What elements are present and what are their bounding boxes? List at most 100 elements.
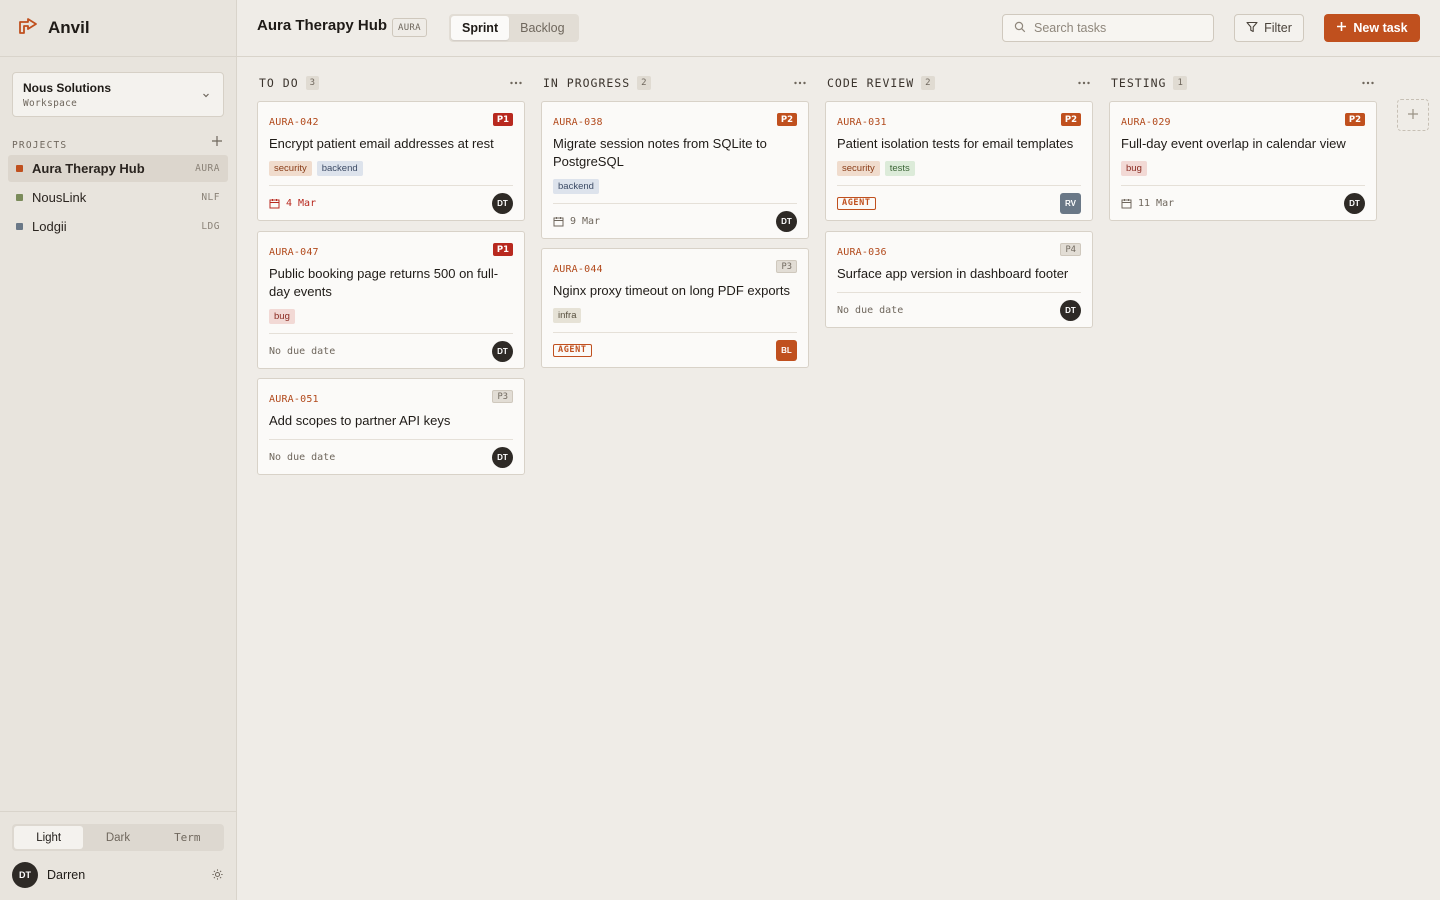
agent-badge: AGENT xyxy=(553,343,592,357)
column-title: TESTING xyxy=(1111,76,1167,90)
column-header: TESTING 1 xyxy=(1109,72,1377,94)
task-id: AURA-036 xyxy=(837,247,887,258)
assignee-avatar: DT xyxy=(492,446,513,468)
plus-icon xyxy=(1407,108,1419,123)
new-task-label: New task xyxy=(1353,21,1408,35)
priority-badge: P3 xyxy=(776,260,797,273)
add-column-button[interactable] xyxy=(1397,99,1429,131)
new-task-button[interactable]: New task xyxy=(1324,14,1420,42)
theme-term-option[interactable]: Term xyxy=(153,826,222,849)
settings-icon[interactable] xyxy=(211,868,224,884)
task-id: AURA-042 xyxy=(269,117,319,128)
sidebar: Anvil Nous Solutions Workspace PROJECTS … xyxy=(0,0,237,900)
workspace-switcher[interactable]: Nous Solutions Workspace xyxy=(12,72,224,117)
project-key-badge: AURA xyxy=(392,18,427,37)
workspace-subtitle: Workspace xyxy=(23,98,78,109)
task-title: Full-day event overlap in calendar view xyxy=(1121,136,1346,151)
project-color-dot xyxy=(16,165,23,172)
filter-label: Filter xyxy=(1264,21,1292,35)
task-card[interactable]: AURA-029 P2 Full-day event overlap in cal… xyxy=(1109,101,1377,221)
agent-badge: AGENT xyxy=(837,196,876,210)
column-count: 3 xyxy=(305,76,320,90)
more-icon[interactable] xyxy=(1361,76,1375,90)
tab-sprint[interactable]: Sprint xyxy=(451,16,510,40)
assignee-avatar: DT xyxy=(492,192,513,214)
task-title: Add scopes to partner API keys xyxy=(269,413,451,428)
sidebar-item-lodgii[interactable]: Lodgii LDG xyxy=(8,213,228,240)
search-input[interactable] xyxy=(1034,21,1204,35)
tab-backlog[interactable]: Backlog xyxy=(509,16,575,40)
task-id: AURA-031 xyxy=(837,117,887,128)
more-icon[interactable] xyxy=(509,76,523,90)
task-title: Migrate session notes from SQLite to Pos… xyxy=(553,136,767,169)
task-title: Public booking page returns 500 on full-… xyxy=(269,266,499,299)
tag: tests xyxy=(884,161,915,176)
task-card[interactable]: AURA-047 P1 Public booking page returns 5… xyxy=(257,231,525,369)
due-date-text: 9 Mar xyxy=(570,215,601,227)
task-card[interactable]: AURA-031 P2 Patient isolation tests for e… xyxy=(825,101,1093,221)
task-card[interactable]: AURA-051 P3 Add scopes to partner API key… xyxy=(257,378,525,475)
column-in-progress: IN PROGRESS 2 AURA-038 P2 Migrate session… xyxy=(541,72,809,368)
priority-badge: P3 xyxy=(492,390,513,403)
workspace-name: Nous Solutions xyxy=(23,81,111,95)
task-card[interactable]: AURA-038 P2 Migrate session notes from SQ… xyxy=(541,101,809,239)
brand[interactable]: Anvil xyxy=(18,16,90,39)
user-profile[interactable]: DT Darren xyxy=(12,862,224,888)
search-box[interactable] xyxy=(1002,14,1214,42)
priority-badge: P2 xyxy=(1344,113,1365,126)
view-tabs: Sprint Backlog xyxy=(449,14,579,42)
avatar: DT xyxy=(12,862,38,888)
task-card[interactable]: AURA-044 P3 Nginx proxy timeout on long P… xyxy=(541,248,809,368)
due-date: No due date xyxy=(269,451,336,463)
priority-badge: P1 xyxy=(492,113,513,126)
due-date-text: 11 Mar xyxy=(1138,197,1175,209)
tag: bug xyxy=(1121,161,1147,176)
theme-dark-option[interactable]: Dark xyxy=(83,826,152,849)
project-color-dot xyxy=(16,223,23,230)
column-count: 1 xyxy=(1173,76,1187,90)
column-header: IN PROGRESS 2 xyxy=(541,72,809,94)
column-header: TO DO 3 xyxy=(257,72,525,94)
column-todo: TO DO 3 AURA-042 P1 Encrypt patient email… xyxy=(257,72,525,475)
tag: infra xyxy=(553,308,582,323)
theme-light-option[interactable]: Light xyxy=(14,826,84,849)
due-date-text: 4 Mar xyxy=(286,197,317,209)
calendar-icon xyxy=(1121,198,1132,208)
filter-icon xyxy=(1246,21,1258,36)
project-key: AURA xyxy=(195,163,220,174)
projects-title: PROJECTS xyxy=(12,140,68,151)
chevron-down-icon xyxy=(201,88,211,103)
due-date: 11 Mar xyxy=(1121,198,1174,209)
tag: backend xyxy=(553,179,599,194)
assignee-avatar: BL xyxy=(776,339,797,361)
assignee-avatar: DT xyxy=(776,210,797,232)
assignee-avatar: DT xyxy=(1344,192,1365,214)
projects-header: PROJECTS xyxy=(12,134,224,151)
column-title: CODE REVIEW xyxy=(827,76,915,90)
top-bar: Aura Therapy Hub AURA Sprint Backlog Fil… xyxy=(237,0,1440,57)
more-icon[interactable] xyxy=(1077,76,1091,90)
task-card[interactable]: AURA-036 P4 Surface app version in dashbo… xyxy=(825,231,1093,328)
tag: security xyxy=(837,161,880,176)
project-name: Lodgii xyxy=(32,219,67,234)
column-title: IN PROGRESS xyxy=(543,76,631,90)
column-testing: TESTING 1 AURA-029 P2 Full-day event over… xyxy=(1109,72,1377,221)
project-key: LDG xyxy=(201,221,220,232)
task-id: AURA-044 xyxy=(553,264,603,275)
filter-button[interactable]: Filter xyxy=(1234,14,1304,42)
app-name: Anvil xyxy=(48,17,90,37)
task-card[interactable]: AURA-042 P1 Encrypt patient email address… xyxy=(257,101,525,221)
add-project-icon[interactable] xyxy=(210,134,224,148)
task-title: Encrypt patient email addresses at rest xyxy=(269,136,494,151)
calendar-icon xyxy=(553,216,564,226)
task-id: AURA-029 xyxy=(1121,117,1171,128)
tag: backend xyxy=(316,161,363,176)
due-date: 9 Mar xyxy=(553,216,600,227)
column-title: TO DO xyxy=(259,76,299,90)
more-icon[interactable] xyxy=(793,76,807,90)
task-id: AURA-051 xyxy=(269,394,319,405)
sidebar-item-nouslink[interactable]: NousLink NLF xyxy=(8,184,228,211)
priority-badge: P2 xyxy=(1060,113,1081,126)
tag: security xyxy=(269,161,312,176)
sidebar-item-aura[interactable]: Aura Therapy Hub AURA xyxy=(8,155,228,182)
